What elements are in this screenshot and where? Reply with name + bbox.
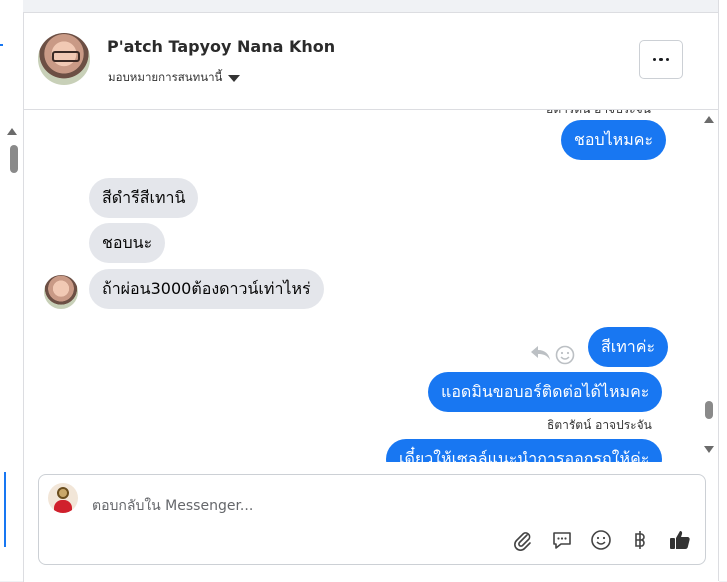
reply-icon[interactable] — [529, 344, 551, 362]
contact-name[interactable]: P'atch Tapyoy Nana Khon — [107, 37, 335, 56]
baht-icon[interactable] — [627, 527, 653, 553]
caret-down-icon — [228, 74, 241, 82]
more-options-button[interactable] — [639, 40, 683, 79]
scroll-up-arrow-icon[interactable] — [7, 128, 17, 135]
conversation-header: P'atch Tapyoy Nana Khon มอบหมายการสนทนาน… — [24, 13, 719, 110]
chat-bubble-icon[interactable] — [549, 527, 575, 553]
scroll-thumb[interactable] — [10, 145, 18, 173]
scroll-down-arrow-icon[interactable] — [704, 446, 714, 453]
left-selection-bar — [4, 472, 6, 547]
message-bubble-outgoing[interactable]: แอดมินขอบอร์ติดต่อได้ไหมคะ — [428, 372, 663, 412]
contact-avatar-small — [44, 275, 78, 309]
thumbs-up-icon[interactable] — [667, 527, 693, 553]
message-bubble-incoming[interactable]: สีดำรีสีเทานิ — [89, 178, 199, 218]
scroll-thumb[interactable] — [705, 401, 713, 419]
message-bubble-outgoing[interactable]: ชอบไหมคะ — [561, 120, 667, 160]
message-bubble-outgoing[interactable]: สีเทาค่ะ — [588, 327, 669, 367]
assign-label: มอบหมายการสนทนานี้ — [108, 70, 223, 84]
left-panel-edge — [0, 0, 23, 581]
reply-composer: ตอบกลับใน Messenger... — [38, 474, 706, 565]
message-bubble-incoming[interactable]: ถ้าผ่อน3000ต้องดาวน์เท่าไหร่ — [89, 269, 324, 309]
reply-input[interactable]: ตอบกลับใน Messenger... — [92, 495, 253, 517]
left-scrollbar[interactable] — [4, 120, 20, 460]
left-indicator — [0, 44, 3, 46]
emoji-react-icon[interactable] — [555, 345, 575, 365]
paperclip-icon[interactable] — [510, 527, 536, 553]
thread-scrollbar[interactable] — [700, 110, 718, 460]
more-dots-icon — [652, 57, 670, 62]
scroll-up-arrow-icon[interactable] — [704, 116, 714, 123]
sender-name-partial: ฮิตารัตน์ อาจประจัน — [546, 110, 651, 119]
smile-icon[interactable] — [588, 527, 614, 553]
message-bubble-outgoing[interactable]: เดี๋ยวให้เซลล์แนะนำการออกรถให้ค่ะ — [386, 439, 663, 462]
contact-avatar[interactable] — [38, 33, 90, 85]
message-bubble-incoming[interactable]: ชอบนะ — [89, 223, 166, 263]
conversation-panel: P'atch Tapyoy Nana Khon มอบหมายการสนทนาน… — [23, 12, 719, 582]
sender-name: ธิตารัตน์ อาจประจัน — [547, 418, 652, 432]
assign-conversation-dropdown[interactable]: มอบหมายการสนทนานี้ — [108, 69, 241, 87]
page-avatar — [48, 483, 78, 513]
message-thread[interactable]: ฮิตารัตน์ อาจประจัน ชอบไหมคะ สีดำรีสีเทา… — [24, 110, 719, 462]
right-panel-edge — [718, 0, 727, 581]
